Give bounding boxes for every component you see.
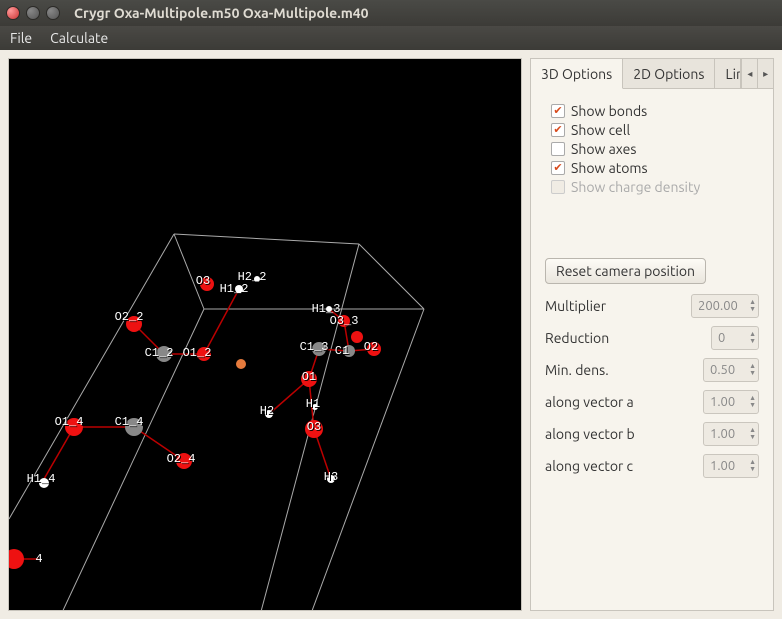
mindens-spinbox[interactable]: 0.50 ▲▼ [703,358,759,382]
field-label: along vector c [545,458,697,474]
main-area: O2_2 H1_2 O3 H2_2 C1_2 O1_2 O1_4 C1_4 O2_4 H1_4 4 H… [0,50,782,619]
checkbox-icon[interactable] [551,104,565,118]
vector-a-spinbox[interactable]: 1.00 ▲▼ [703,390,759,414]
atom-label: C1_4 [115,415,144,429]
spin-arrows-icon[interactable]: ▲▼ [749,299,756,313]
check-show-charge-density: Show charge density [545,179,759,195]
field-vector-c: along vector c 1.00 ▲▼ [545,454,759,478]
field-label: Min. dens. [545,362,697,378]
atom-label: C1 [335,344,349,358]
checkbox-icon[interactable] [551,123,565,137]
atom-label: O3 [196,274,210,288]
spin-arrows-icon[interactable]: ▲▼ [749,363,756,377]
window-title: Crygr Oxa-Multipole.m50 Oxa-Multipole.m4… [74,5,369,21]
atom-label: C1_3 [300,340,329,354]
check-label: Show charge density [571,179,700,195]
atom-label: O1 [302,370,316,384]
spinbox-value: 200.00 [698,299,745,313]
field-label: Reduction [545,330,705,346]
field-min-dens: Min. dens. 0.50 ▲▼ [545,358,759,382]
atom-label: O3_3 [330,314,359,328]
field-label: Multiplier [545,298,685,314]
atom-label: H2 [260,404,274,418]
scene-svg [9,59,522,611]
field-label: along vector b [545,426,697,442]
atom-label: O2_2 [115,310,144,324]
close-icon[interactable] [6,6,20,20]
minimize-icon[interactable] [26,6,40,20]
spinbox-value: 0.50 [710,363,745,377]
vector-b-spinbox[interactable]: 1.00 ▲▼ [703,422,759,446]
maximize-icon[interactable] [46,6,60,20]
spin-arrows-icon[interactable]: ▲▼ [749,459,756,473]
atom-label: 4 [35,552,42,566]
menu-file[interactable]: File [10,30,32,46]
check-show-atoms[interactable]: Show atoms [545,160,759,176]
field-label: along vector a [545,394,697,410]
tab-lines[interactable]: Lin [715,59,741,88]
spinbox-value: 1.00 [710,459,745,473]
atom-label: C1_2 [145,346,174,360]
check-label: Show cell [571,122,630,138]
panel-3d-body: Show bonds Show cell Show axes Show atom… [531,89,773,500]
field-reduction: Reduction 0 ▲▼ [545,326,759,350]
spin-arrows-icon[interactable]: ▲▼ [749,331,756,345]
field-vector-a: along vector a 1.00 ▲▼ [545,390,759,414]
spin-arrows-icon[interactable]: ▲▼ [749,395,756,409]
tab-2d-options[interactable]: 2D Options [623,59,715,88]
atom-label: O3 [307,420,321,434]
checkbox-icon[interactable] [551,142,565,156]
atom-label: H1_2 [220,282,249,296]
window-controls [6,6,60,20]
atom-label: H3 [324,470,338,484]
viewport-3d[interactable]: O2_2 H1_2 O3 H2_2 C1_2 O1_2 O1_4 C1_4 O2_4 H1_4 4 H… [8,58,522,611]
check-label: Show axes [571,141,636,157]
checkbox-icon [551,180,565,194]
tabs: 3D Options 2D Options Lin ◂ ▸ [531,59,773,89]
tab-3d-options[interactable]: 3D Options [531,59,623,89]
vector-c-spinbox[interactable]: 1.00 ▲▼ [703,454,759,478]
check-label: Show atoms [571,160,648,176]
atom-label: H1 [306,397,320,411]
atom-label: O2_4 [167,452,196,466]
spinbox-value: 1.00 [710,395,745,409]
check-show-cell[interactable]: Show cell [545,122,759,138]
tab-scroll-right-icon[interactable]: ▸ [757,59,773,88]
atom-label: H2_2 [238,270,267,284]
check-show-bonds[interactable]: Show bonds [545,103,759,119]
checkbox-icon[interactable] [551,161,565,175]
reduction-spinbox[interactable]: 0 ▲▼ [711,326,759,350]
atom-label: H1_4 [27,472,56,486]
sidepanel: 3D Options 2D Options Lin ◂ ▸ Show bonds… [530,58,774,611]
atom-label: O1_2 [183,346,212,360]
check-label: Show bonds [571,103,647,119]
field-multiplier: Multiplier 200.00 ▲▼ [545,294,759,318]
atom-label: O2 [364,340,378,354]
menubar: File Calculate [0,26,782,50]
tab-scroll-left-icon[interactable]: ◂ [741,59,757,88]
atom-label: O1_4 [55,415,84,429]
check-show-axes[interactable]: Show axes [545,141,759,157]
field-vector-b: along vector b 1.00 ▲▼ [545,422,759,446]
titlebar: Crygr Oxa-Multipole.m50 Oxa-Multipole.m4… [0,0,782,26]
multiplier-spinbox[interactable]: 200.00 ▲▼ [691,294,759,318]
reset-camera-button[interactable]: Reset camera position [545,258,706,284]
spinbox-value: 1.00 [710,427,745,441]
spin-arrows-icon[interactable]: ▲▼ [749,427,756,441]
spinbox-value: 0 [718,331,745,345]
menu-calculate[interactable]: Calculate [50,30,108,46]
